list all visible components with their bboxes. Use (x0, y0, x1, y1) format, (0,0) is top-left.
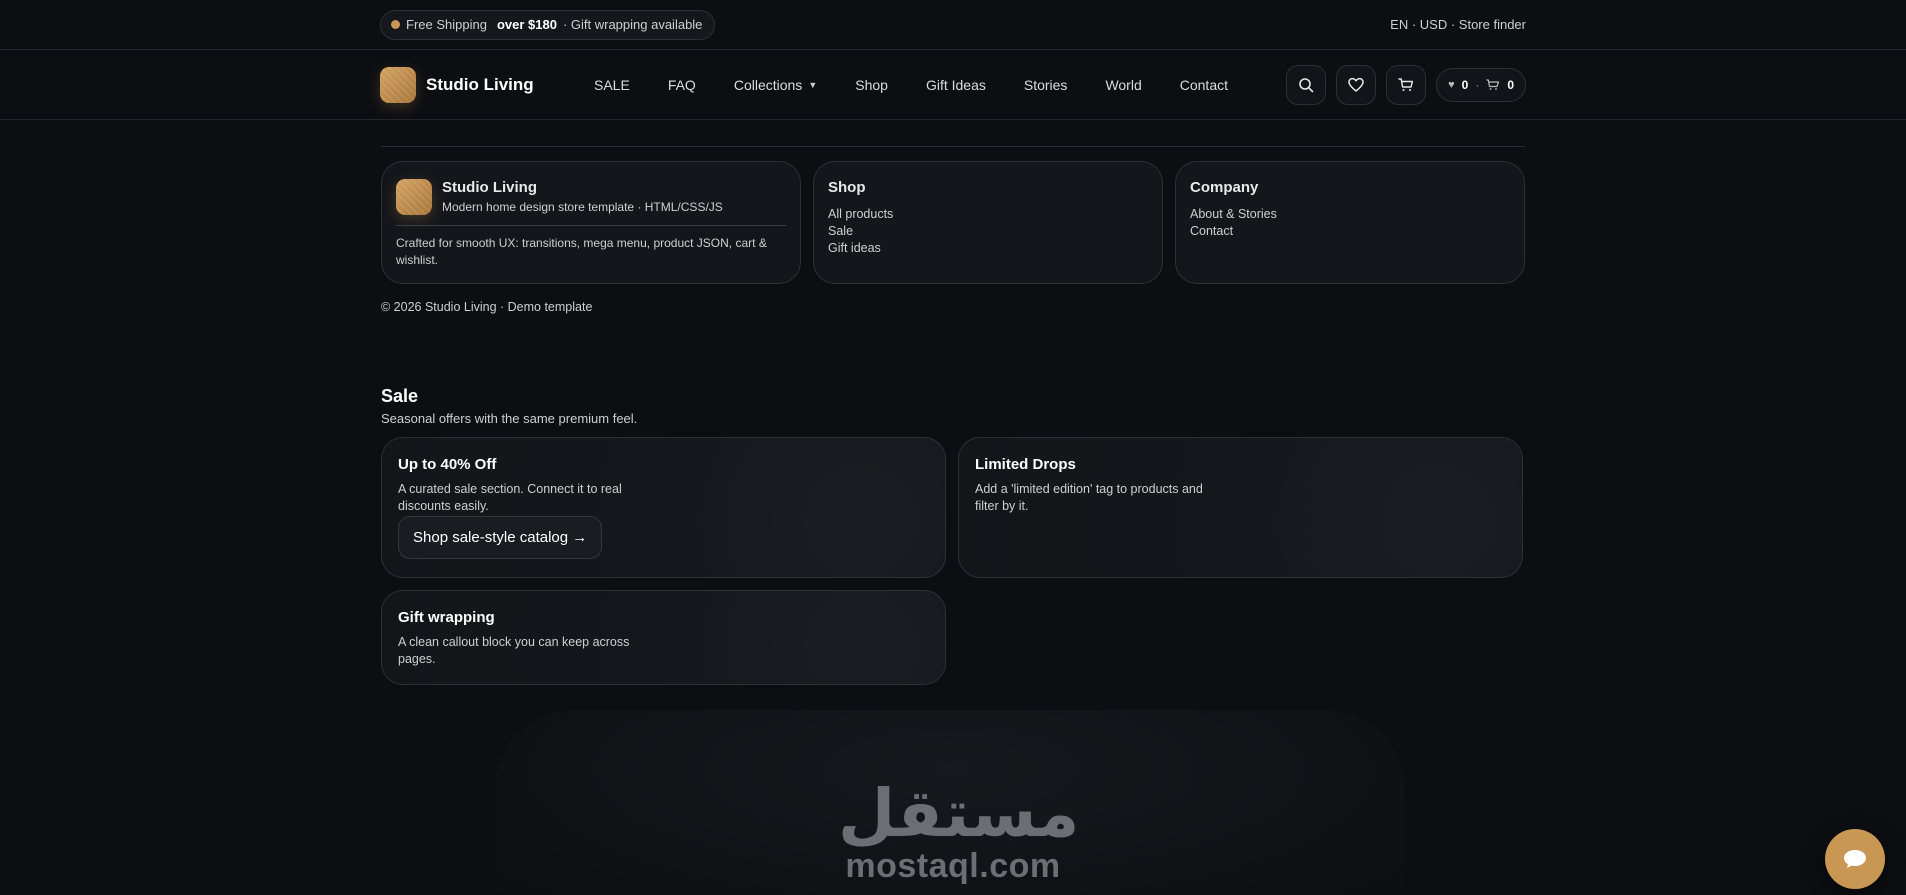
cart-count-icon (1486, 78, 1500, 90)
footer-shop-title: Shop (828, 179, 866, 196)
footer-link-contact[interactable]: Contact (1190, 223, 1510, 240)
shop-sale-catalog-button[interactable]: Shop sale-style catalog → (398, 516, 603, 559)
footer-grid: Studio Living Modern home design store t… (381, 161, 1525, 284)
watermark-arabic: مستقل (838, 775, 1080, 852)
shipping-pill: Free Shipping over $180 · Gift wrapping … (380, 9, 716, 40)
chat-bubble-icon (1844, 850, 1866, 868)
watermark-latin: mostaql.com (845, 847, 1061, 885)
wishlist-count: 0 (1461, 77, 1469, 92)
shipping-text: Free Shipping (406, 17, 487, 32)
sale-card-limited-drops: Limited Drops Add a 'limited edition' ta… (958, 437, 1523, 578)
footer-brand-card: Studio Living Modern home design store t… (381, 161, 801, 284)
nav-link-stories[interactable]: Stories (1024, 77, 1068, 93)
sale-card-text: A clean callout block you can keep acros… (398, 635, 630, 666)
nav-actions: ♥ 0 · 0 (1286, 64, 1526, 105)
footer-brand-subtitle: Modern home design store template · HTML… (442, 200, 723, 214)
brand-logo[interactable]: Studio Living (380, 66, 594, 103)
chat-button[interactable] (1825, 829, 1885, 889)
footer-brand-header: Studio Living Modern home design store t… (396, 177, 786, 226)
brand-name: Studio Living (426, 74, 534, 94)
footer-link-about[interactable]: About & Stories (1190, 206, 1510, 223)
footer-shop-card: Shop All products Sale Gift ideas (813, 161, 1163, 284)
footer-company-title: Company (1190, 179, 1259, 196)
nav-link-collections[interactable]: Collections ▼ (734, 77, 817, 93)
wishlist-count-heart-icon: ♥ (1448, 78, 1455, 91)
nav-links: SALE FAQ Collections ▼ Shop Gift Ideas St… (594, 77, 1286, 93)
sale-card-text: Add a 'limited edition' tag to products … (975, 482, 1203, 513)
search-icon (1299, 77, 1314, 92)
counter-pill[interactable]: ♥ 0 · 0 (1436, 67, 1526, 102)
shipping-threshold: over $180 (496, 17, 557, 32)
footer-logo-mark-icon (396, 179, 432, 215)
sale-cards-grid: Up to 40% Off A curated sale section. Co… (381, 437, 1525, 685)
wishlist-button[interactable] (1336, 64, 1377, 105)
section-divider (381, 146, 1525, 147)
heart-icon (1348, 77, 1364, 92)
sale-card-text: A curated sale section. Connect it to re… (398, 482, 622, 513)
cart-button[interactable] (1386, 64, 1427, 105)
footer-link-all-products[interactable]: All products (828, 206, 1148, 223)
sale-section-subtitle: Seasonal offers with the same premium fe… (381, 411, 638, 426)
sale-card-title: Limited Drops (975, 456, 1076, 473)
cart-icon (1398, 77, 1414, 91)
sale-card-title: Gift wrapping (398, 609, 495, 626)
logo-mark-icon (380, 66, 416, 103)
nav-link-sale[interactable]: SALE (594, 77, 630, 93)
nav-link-world[interactable]: World (1105, 77, 1141, 93)
cart-count: 0 (1507, 77, 1514, 92)
sale-section-title: Sale (381, 386, 419, 406)
footer-brand-name: Studio Living (442, 179, 537, 196)
nav-link-contact[interactable]: Contact (1180, 77, 1228, 93)
gift-wrap-text: · Gift wrapping available (562, 17, 703, 32)
nav-link-gift-ideas[interactable]: Gift Ideas (926, 77, 986, 93)
footer-link-gift-ideas[interactable]: Gift ideas (828, 240, 1148, 257)
main-content: Studio Living Modern home design store t… (0, 146, 1906, 685)
copyright-text: © 2026 Studio Living · Demo template (381, 300, 593, 314)
mostaql-watermark: مستقل mostaql.com (838, 775, 1080, 885)
footer-company-card: Company About & Stories Contact (1175, 161, 1525, 284)
accent-dot-icon (391, 20, 400, 29)
search-button[interactable] (1286, 64, 1327, 105)
top-bar: Free Shipping over $180 · Gift wrapping … (0, 0, 1906, 50)
locale-links[interactable]: EN · USD · Store finder (1390, 17, 1526, 32)
sale-card-gift-wrapping: Gift wrapping A clean callout block you … (381, 590, 946, 685)
sale-card-title: Up to 40% Off (398, 456, 497, 473)
counter-separator: · (1475, 77, 1480, 92)
footer-brand-description: Crafted for smooth UX: transitions, mega… (396, 236, 767, 267)
sale-card-discount: Up to 40% Off A curated sale section. Co… (381, 437, 946, 578)
nav-link-collections-label: Collections (733, 76, 803, 93)
caret-down-icon: ▼ (808, 79, 818, 90)
footer-link-sale[interactable]: Sale (828, 223, 1148, 240)
nav-link-shop[interactable]: Shop (855, 77, 888, 93)
nav-link-faq[interactable]: FAQ (668, 77, 696, 93)
main-navbar: Studio Living SALE FAQ Collections ▼ Shop… (0, 50, 1906, 120)
